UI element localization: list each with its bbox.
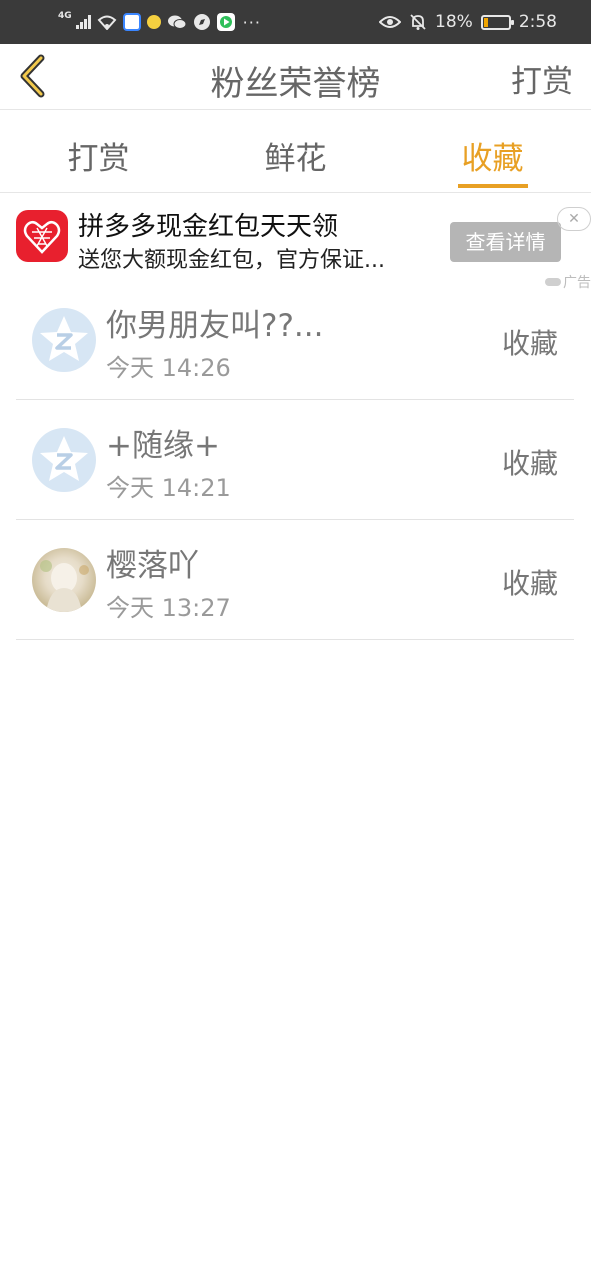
tab-label: 鲜花	[264, 141, 327, 177]
pinduoduo-logo-icon	[16, 210, 68, 262]
status-bar: 4G ··· 18% 2:58	[0, 0, 591, 44]
ad-title: 拼多多现金红包天天领	[78, 212, 339, 242]
chevron-left-icon	[20, 54, 45, 98]
clock: 2:58	[518, 12, 557, 32]
signal-icon	[75, 15, 91, 29]
action-type: 收藏	[501, 447, 558, 480]
compass-icon	[193, 14, 210, 30]
wifi-icon	[97, 15, 117, 30]
view-details-button[interactable]: 查看详情	[450, 222, 561, 262]
nav-bar: 粉丝荣誉榜 打赏	[0, 44, 591, 110]
lightbulb-app-icon	[146, 15, 161, 29]
wechat-icon	[167, 15, 187, 29]
eye-icon	[379, 16, 402, 28]
fan-name: 你男朋友叫??...	[106, 308, 324, 344]
ad-description: 送您大额现金红包，官方保证...	[78, 248, 385, 273]
status-left: 4G ···	[58, 10, 261, 34]
tab-label: 收藏	[461, 141, 524, 177]
tab-favorites[interactable]: 收藏	[394, 111, 591, 192]
fan-time: 今天 14:26	[106, 354, 231, 382]
fan-time: 今天 13:27	[106, 594, 231, 622]
battery-fill	[483, 17, 489, 27]
list-item[interactable]: 你男朋友叫??... 今天 14:26 收藏	[16, 280, 574, 400]
network-type: 4G	[58, 11, 72, 21]
fan-list: 你男朋友叫??... 今天 14:26 收藏 +随缘+ 今天 14:21 收藏 …	[16, 280, 574, 640]
fan-time: 今天 14:21	[106, 474, 231, 502]
more-notifications-icon: ···	[242, 12, 261, 32]
photo-avatar	[32, 548, 96, 612]
default-avatar-icon	[32, 428, 96, 492]
active-tab-indicator	[457, 184, 528, 188]
list-item[interactable]: 樱落吖 今天 13:27 收藏	[16, 520, 574, 640]
battery-icon	[480, 14, 514, 30]
action-type: 收藏	[501, 327, 558, 360]
play-app-icon	[216, 13, 235, 31]
ad-banner[interactable]: 拼多多现金红包天天领 送您大额现金红包，官方保证... 查看详情 ✕ 广告	[0, 194, 591, 291]
back-button[interactable]	[10, 52, 54, 100]
fan-name: 樱落吖	[106, 548, 199, 584]
status-right: 18% 2:58	[379, 10, 557, 34]
fan-name: +随缘+	[106, 428, 220, 464]
tab-flowers[interactable]: 鲜花	[197, 111, 394, 192]
battery-percent: 18%	[435, 12, 473, 32]
ad-close-button[interactable]: ✕	[557, 207, 591, 231]
action-type: 收藏	[501, 567, 558, 600]
reward-button[interactable]: 打赏	[511, 56, 573, 101]
video-app-icon	[122, 13, 141, 31]
mute-bell-icon	[410, 14, 426, 30]
tab-reward[interactable]: 打赏	[0, 111, 197, 192]
tab-label: 打赏	[67, 141, 130, 177]
page-title: 粉丝荣誉榜	[210, 64, 381, 104]
list-item[interactable]: +随缘+ 今天 14:21 收藏	[16, 400, 574, 520]
tab-bar: 打赏 鲜花 收藏	[0, 111, 591, 193]
default-avatar-icon	[32, 308, 96, 372]
